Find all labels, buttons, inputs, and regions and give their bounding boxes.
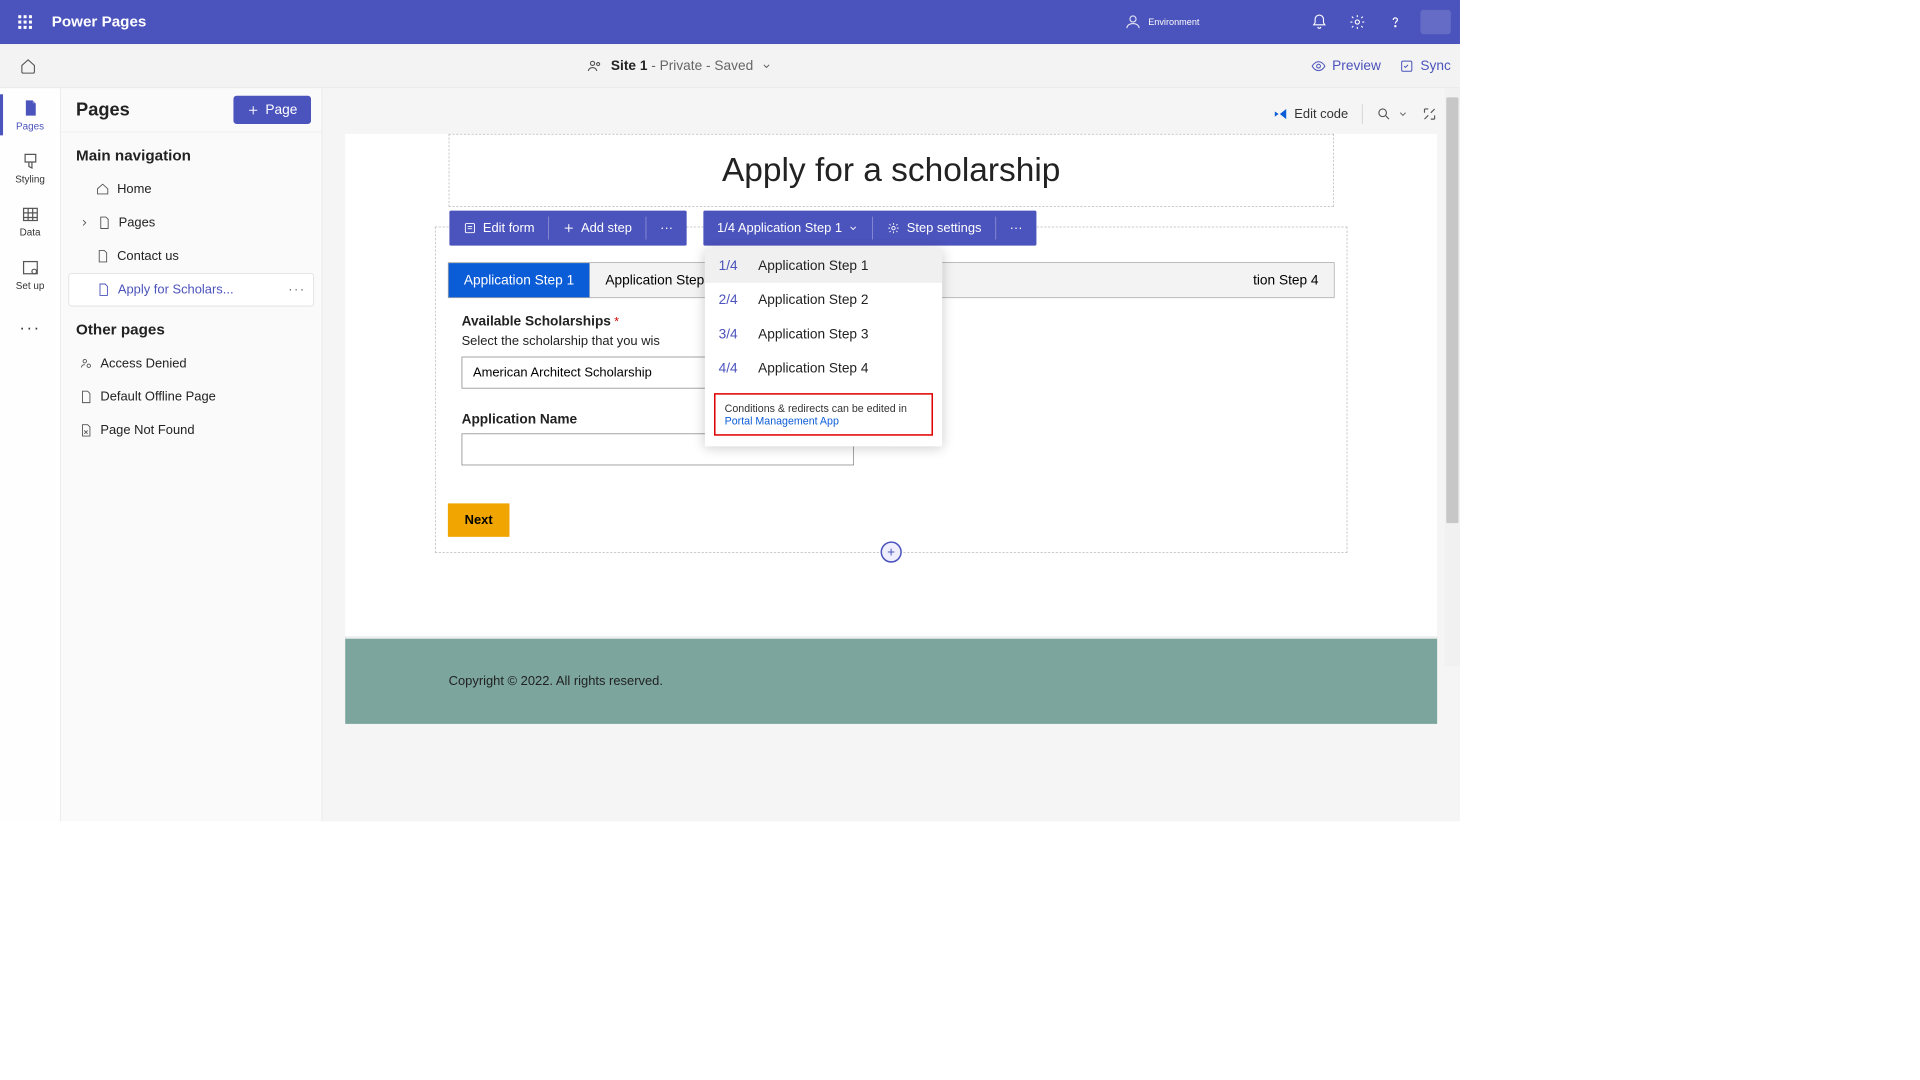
site-status[interactable]: Site 1 - Private - Saved bbox=[47, 57, 1311, 74]
step-settings-button[interactable]: Step settings bbox=[873, 211, 995, 246]
nav-item-contact[interactable]: Contact us bbox=[68, 240, 314, 273]
section-main-nav: Main navigation bbox=[61, 132, 322, 172]
notifications-button[interactable] bbox=[1300, 0, 1338, 44]
app-launcher-button[interactable] bbox=[9, 6, 41, 38]
preview-button[interactable]: Preview bbox=[1311, 58, 1381, 74]
people-icon bbox=[587, 57, 604, 74]
page-icon bbox=[97, 283, 111, 297]
step-dropdown: 1/4Application Step 1 2/4Application Ste… bbox=[705, 249, 942, 447]
add-section-button[interactable]: + bbox=[881, 541, 902, 562]
step-option-3[interactable]: 3/4Application Step 3 bbox=[705, 317, 942, 351]
nav-item-pages[interactable]: Pages bbox=[68, 206, 314, 239]
ellipsis-icon: ··· bbox=[660, 221, 673, 236]
home-icon bbox=[96, 182, 110, 196]
form-toolbar-right: 1/4 Application Step 1 Step settings ··· bbox=[703, 211, 1036, 246]
help-icon bbox=[1387, 14, 1404, 31]
chevron-down-icon bbox=[848, 223, 859, 234]
gear-icon bbox=[887, 221, 901, 235]
brush-icon bbox=[21, 152, 39, 170]
plus-icon bbox=[247, 104, 259, 116]
nav-item-apply-scholarship[interactable]: Apply for Scholars... ··· bbox=[68, 273, 314, 306]
tab-step-1[interactable]: Application Step 1 bbox=[449, 263, 591, 297]
page-x-icon bbox=[79, 424, 93, 438]
edit-code-button[interactable]: Edit code bbox=[1273, 106, 1348, 121]
rail-data[interactable]: Data bbox=[0, 195, 60, 248]
nav-item-notfound[interactable]: Page Not Found bbox=[68, 414, 314, 447]
edit-form-button[interactable]: Edit form bbox=[449, 211, 548, 246]
page-icon bbox=[79, 390, 93, 404]
required-indicator: * bbox=[614, 316, 619, 329]
form-toolbar-left: Edit form Add step ··· bbox=[449, 211, 686, 246]
settings-button[interactable] bbox=[1338, 0, 1376, 44]
rail-styling[interactable]: Styling bbox=[0, 141, 60, 194]
bell-icon bbox=[1311, 14, 1328, 31]
item-more-button[interactable]: ··· bbox=[288, 282, 305, 297]
vscode-icon bbox=[1273, 106, 1288, 121]
design-canvas: Edit code Apply for a scholarship Edit f… bbox=[322, 88, 1460, 821]
rail-more[interactable]: ··· bbox=[0, 301, 60, 354]
environment-icon bbox=[1124, 13, 1142, 31]
step-more-button[interactable]: ··· bbox=[996, 211, 1036, 246]
nav-item-offline[interactable]: Default Offline Page bbox=[68, 380, 314, 413]
global-header: Power Pages Environment bbox=[0, 0, 1460, 44]
divider bbox=[1362, 104, 1363, 124]
nav-item-home[interactable]: Home bbox=[68, 173, 314, 206]
field-label-scholarships: Available Scholarships bbox=[462, 313, 611, 328]
multistep-form: Edit form Add step ··· 1/4 Application S… bbox=[435, 227, 1347, 553]
step-option-4[interactable]: 4/4Application Step 4 bbox=[705, 351, 942, 385]
environment-picker[interactable]: Environment bbox=[1124, 13, 1278, 31]
sync-icon bbox=[1399, 58, 1414, 73]
ellipsis-icon: ··· bbox=[1010, 221, 1023, 236]
scrollbar-thumb[interactable] bbox=[1446, 97, 1458, 523]
portal-management-link[interactable]: Portal Management App bbox=[725, 414, 839, 426]
add-step-button[interactable]: Add step bbox=[549, 211, 646, 246]
chevron-down-icon bbox=[761, 60, 772, 71]
add-page-button[interactable]: Page bbox=[233, 96, 311, 124]
chevron-down-icon[interactable] bbox=[1398, 109, 1409, 120]
rail-setup[interactable]: Set up bbox=[0, 248, 60, 301]
site-name: Site 1 bbox=[611, 58, 648, 73]
popup-note: Conditions & redirects can be edited in … bbox=[714, 393, 933, 436]
ellipsis-icon: ··· bbox=[19, 318, 40, 338]
rail-pages[interactable]: Pages bbox=[0, 88, 60, 141]
site-state: - Private - Saved bbox=[647, 58, 753, 73]
tab-step-2[interactable]: Application Step bbox=[590, 263, 720, 297]
section-other-pages: Other pages bbox=[61, 306, 322, 346]
command-bar: Site 1 - Private - Saved Preview Sync bbox=[0, 44, 1460, 88]
step-selector-button[interactable]: 1/4 Application Step 1 bbox=[703, 211, 872, 246]
form-icon bbox=[463, 221, 477, 235]
table-icon bbox=[21, 205, 39, 223]
zoom-icon[interactable] bbox=[1376, 106, 1391, 121]
form-more-button[interactable]: ··· bbox=[646, 211, 686, 246]
page-frame: Apply for a scholarship Edit form Add st… bbox=[345, 134, 1437, 724]
nav-item-access-denied[interactable]: Access Denied bbox=[68, 347, 314, 380]
next-button[interactable]: Next bbox=[448, 503, 509, 536]
step-option-2[interactable]: 2/4Application Step 2 bbox=[705, 283, 942, 317]
eye-icon bbox=[1311, 58, 1326, 73]
chevron-right-icon bbox=[79, 217, 90, 228]
person-icon bbox=[79, 357, 93, 371]
page-title: Apply for a scholarship bbox=[459, 151, 1324, 189]
plus-icon bbox=[563, 222, 575, 234]
scrollbar[interactable] bbox=[1445, 88, 1460, 666]
left-rail: Pages Styling Data Set up ··· bbox=[0, 88, 61, 821]
pages-panel: Pages Page Main navigation Home Pages Co… bbox=[61, 88, 323, 821]
page-icon bbox=[96, 249, 110, 263]
home-button[interactable] bbox=[9, 57, 47, 74]
sync-button[interactable]: Sync bbox=[1399, 58, 1451, 74]
step-option-1[interactable]: 1/4Application Step 1 bbox=[705, 249, 942, 283]
page-title-slot[interactable]: Apply for a scholarship bbox=[449, 134, 1334, 207]
expand-icon[interactable] bbox=[1422, 106, 1437, 121]
page-icon bbox=[97, 216, 111, 230]
environment-label: Environment bbox=[1148, 17, 1277, 28]
page-icon bbox=[21, 98, 39, 116]
help-button[interactable] bbox=[1376, 0, 1414, 44]
home-icon bbox=[20, 57, 37, 74]
app-name: Power Pages bbox=[52, 13, 147, 30]
page-footer: Copyright © 2022. All rights reserved. bbox=[345, 636, 1437, 723]
pages-panel-title: Pages bbox=[76, 99, 130, 120]
user-avatar[interactable] bbox=[1420, 10, 1450, 34]
setup-icon bbox=[21, 258, 39, 276]
gear-icon bbox=[1349, 14, 1366, 31]
